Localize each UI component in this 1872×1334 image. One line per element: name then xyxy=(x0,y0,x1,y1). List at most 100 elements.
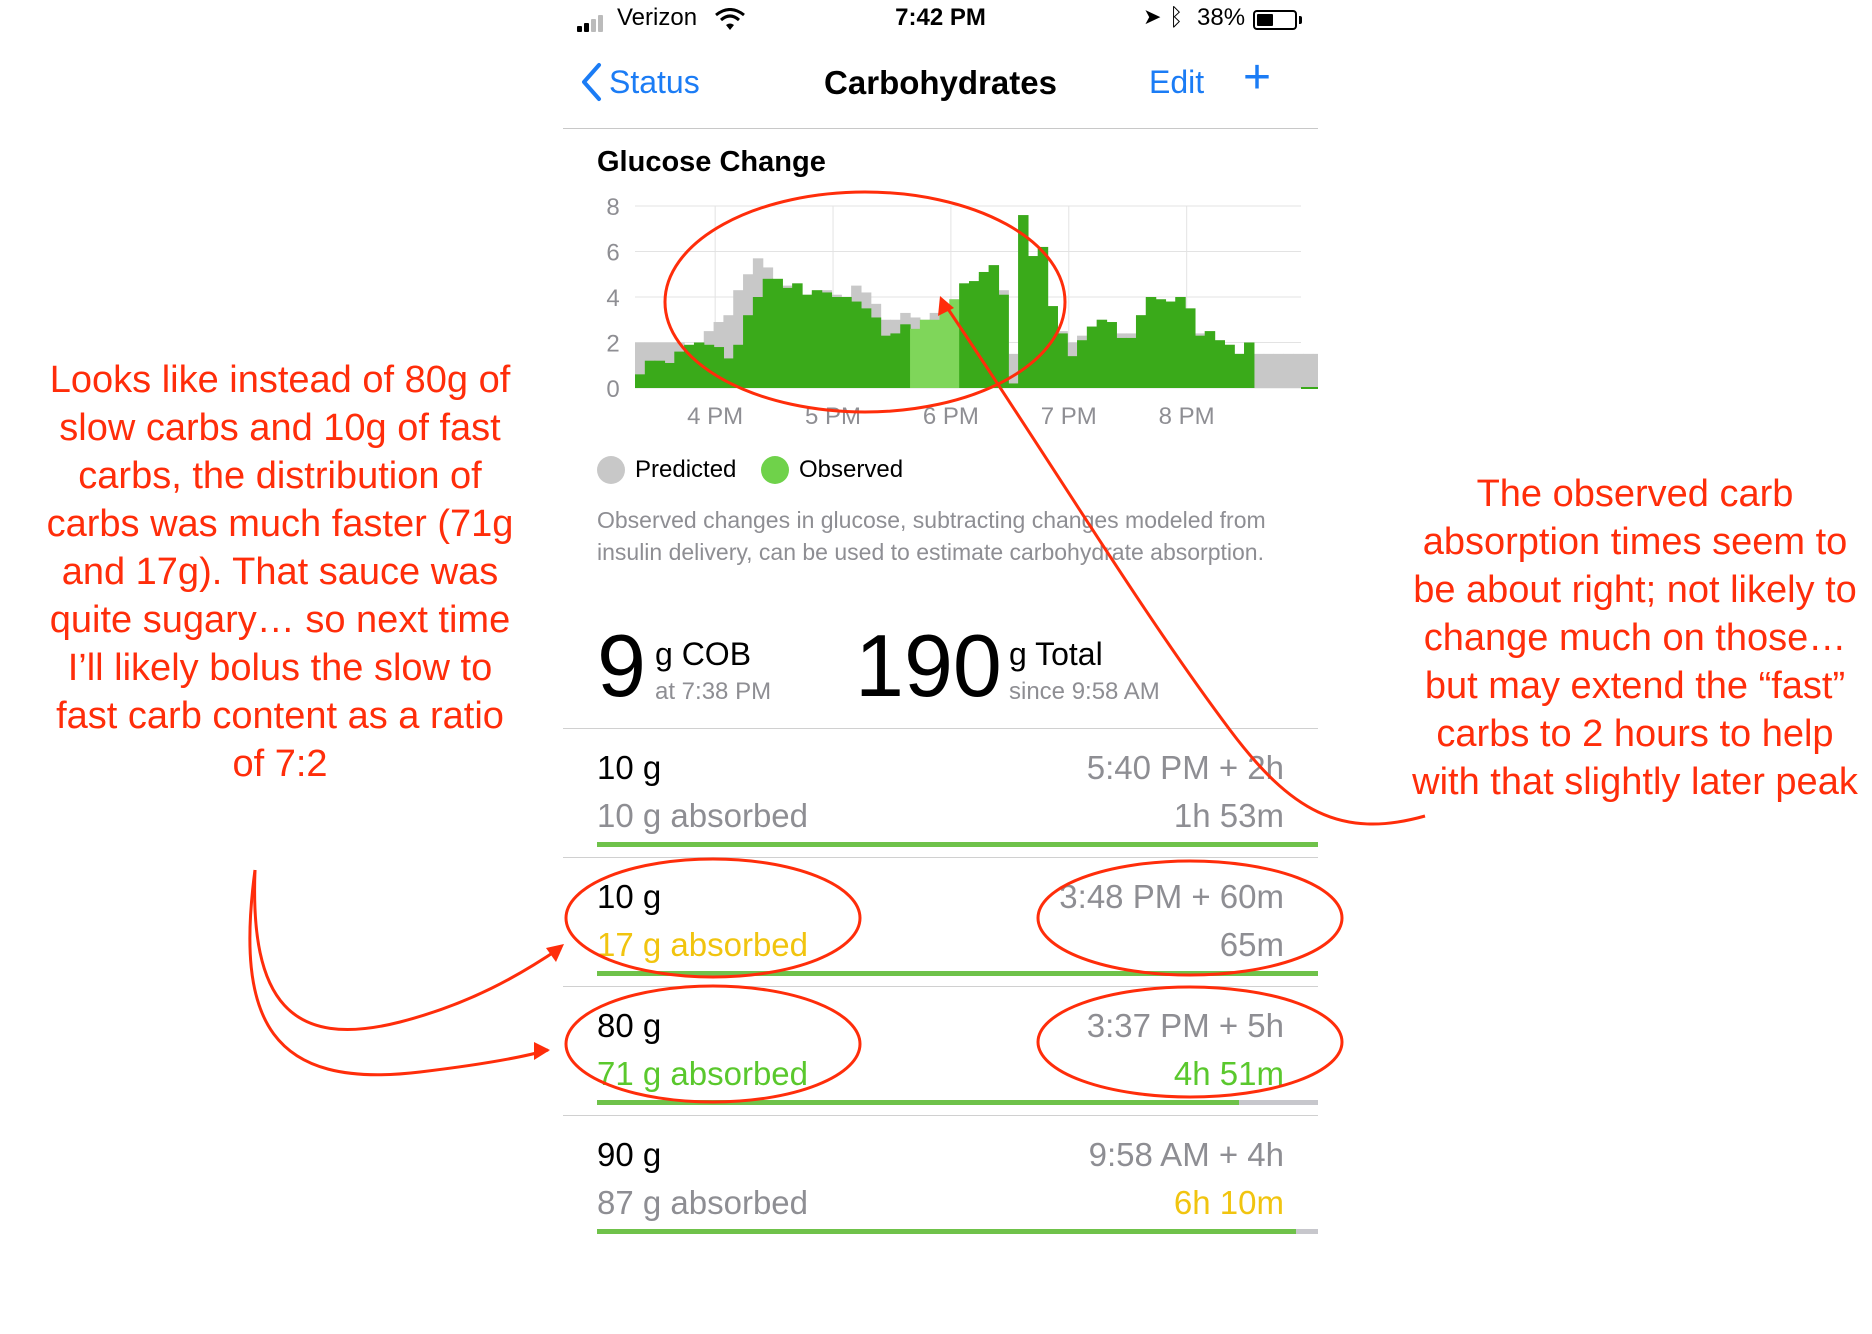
observed-bar xyxy=(1037,246,1049,388)
entry-start-time: 3:48 PM + 60m xyxy=(1059,878,1284,915)
arrowhead-71g xyxy=(534,1042,550,1060)
battery-icon xyxy=(1253,10,1297,30)
entry-start-time: 9:58 AM + 4h xyxy=(1088,1136,1284,1173)
absorption-progress-bar xyxy=(597,842,1318,847)
entry-duration: 1h 53m xyxy=(1173,797,1284,834)
cob-unit: g COB xyxy=(655,636,752,672)
observed-bar xyxy=(772,278,783,388)
x-tick-label: 5 PM xyxy=(805,403,861,430)
arrow-to-17g xyxy=(253,869,561,1031)
observed-bar xyxy=(900,324,911,388)
observed-bar xyxy=(703,344,715,388)
observed-bar xyxy=(1047,306,1058,388)
observed-bar xyxy=(1067,356,1078,388)
observed-bar xyxy=(801,294,813,388)
observed-bar xyxy=(713,347,725,388)
entry-amount: 90 g xyxy=(597,1136,662,1173)
observed-bar xyxy=(733,344,744,388)
observed-bar xyxy=(1145,297,1157,388)
observed-bar xyxy=(968,281,980,388)
observed-bar xyxy=(890,333,901,388)
entry-start-time: 5:40 PM + 2h xyxy=(1086,749,1284,786)
page-title: Carbohydrates xyxy=(824,64,1057,101)
entry-duration: 65m xyxy=(1219,926,1284,963)
observed-bar xyxy=(841,297,852,388)
observed-dot-icon xyxy=(761,456,789,484)
observed-bar xyxy=(831,297,842,388)
x-tick-label: 8 PM xyxy=(1159,403,1215,430)
entry-absorbed: 87 g absorbed xyxy=(597,1184,809,1221)
observed-bar xyxy=(1077,340,1088,388)
glucose-change-chart: 8 6 4 2 0 4 PM 5 PM 6 PM 7 PM 8 PM xyxy=(606,194,1318,430)
carb-entry-row[interactable]: 90 g 87 g absorbed 9:58 AM + 4h 6h 10m xyxy=(563,1115,1318,1244)
predicted-bar xyxy=(1263,353,1275,388)
add-button[interactable]: + xyxy=(1243,54,1271,102)
observed-bar xyxy=(674,351,685,388)
predicted-bar xyxy=(1312,353,1318,388)
observed-bar xyxy=(988,265,1000,388)
entry-duration: 6h 10m xyxy=(1173,1184,1284,1221)
observed-bar xyxy=(929,319,941,388)
observed-bar xyxy=(1244,342,1255,388)
observed-bar xyxy=(910,328,921,388)
y-tick-label: 4 xyxy=(606,285,619,312)
predicted-bar xyxy=(1253,353,1265,388)
x-tick-label: 4 PM xyxy=(687,403,743,430)
entry-amount: 80 g xyxy=(597,1007,662,1044)
predicted-dot-icon xyxy=(597,456,625,484)
observed-bar xyxy=(635,374,646,388)
observed-bar xyxy=(1135,315,1147,388)
legend-observed-label: Observed xyxy=(799,456,904,483)
y-tick-label: 2 xyxy=(606,331,619,358)
observed-bar xyxy=(1155,299,1167,388)
carb-entry-row[interactable]: 10 g 10 g absorbed 5:40 PM + 2h 1h 53m xyxy=(563,728,1318,857)
observed-bar xyxy=(998,294,1009,388)
legend-predicted-label: Predicted xyxy=(635,456,737,483)
predicted-bar xyxy=(1008,353,1019,388)
observed-bar xyxy=(880,335,891,388)
observed-bar xyxy=(1185,308,1196,388)
right-annotation: The observed carb absorption times seem … xyxy=(1412,473,1858,803)
x-tick-label: 6 PM xyxy=(923,403,979,430)
predicted-bar xyxy=(1273,353,1284,388)
observed-bar xyxy=(762,278,774,388)
observed-bar xyxy=(684,344,695,388)
total-value: 190 xyxy=(855,616,1002,715)
edit-button[interactable]: Edit xyxy=(1149,64,1204,101)
legend-observed: Observed xyxy=(761,456,903,484)
observed-bar xyxy=(870,317,882,388)
observed-bar xyxy=(654,360,666,388)
observed-bar xyxy=(939,308,950,388)
total-since: since 9:58 AM xyxy=(1009,678,1160,705)
observed-bar xyxy=(1018,215,1029,388)
observed-bar xyxy=(752,297,764,388)
absorption-progress-bar xyxy=(597,1229,1318,1234)
carb-entry-row[interactable]: 80 g 71 g absorbed 3:37 PM + 5h 4h 51m xyxy=(563,986,1318,1115)
observed-bar xyxy=(782,287,793,388)
observed-bar xyxy=(1086,326,1098,388)
x-tick-label: 7 PM xyxy=(1041,403,1097,430)
observed-bar xyxy=(1096,319,1108,388)
observed-bar xyxy=(664,362,675,388)
predicted-bar xyxy=(1283,353,1294,388)
carb-entry-row[interactable]: 10 g 17 g absorbed 3:48 PM + 60m 65m xyxy=(563,857,1318,986)
observed-bar xyxy=(851,301,862,388)
observed-bar xyxy=(1194,335,1206,388)
legend-predicted: Predicted xyxy=(597,456,736,484)
location-icon: ➤ xyxy=(1143,4,1162,29)
observed-bar xyxy=(1027,256,1039,388)
observed-bar xyxy=(743,315,754,388)
entry-absorbed: 71 g absorbed xyxy=(597,1055,809,1092)
observed-bar xyxy=(723,358,734,388)
observed-bar xyxy=(1204,331,1216,388)
observed-bar xyxy=(1008,383,1019,388)
predicted-bar xyxy=(1293,353,1304,388)
navigation-bar: Status Carbohydrates Edit + xyxy=(563,48,1318,129)
arrowhead-17g xyxy=(546,944,564,962)
observed-bar xyxy=(1165,301,1176,388)
observed-bar xyxy=(1234,353,1245,388)
carb-entries-list: 10 g 10 g absorbed 5:40 PM + 2h 1h 53m 1… xyxy=(563,728,1318,1244)
observed-bar xyxy=(1175,297,1186,388)
entry-absorbed: 17 g absorbed xyxy=(597,926,809,963)
entry-amount: 10 g xyxy=(597,878,662,915)
